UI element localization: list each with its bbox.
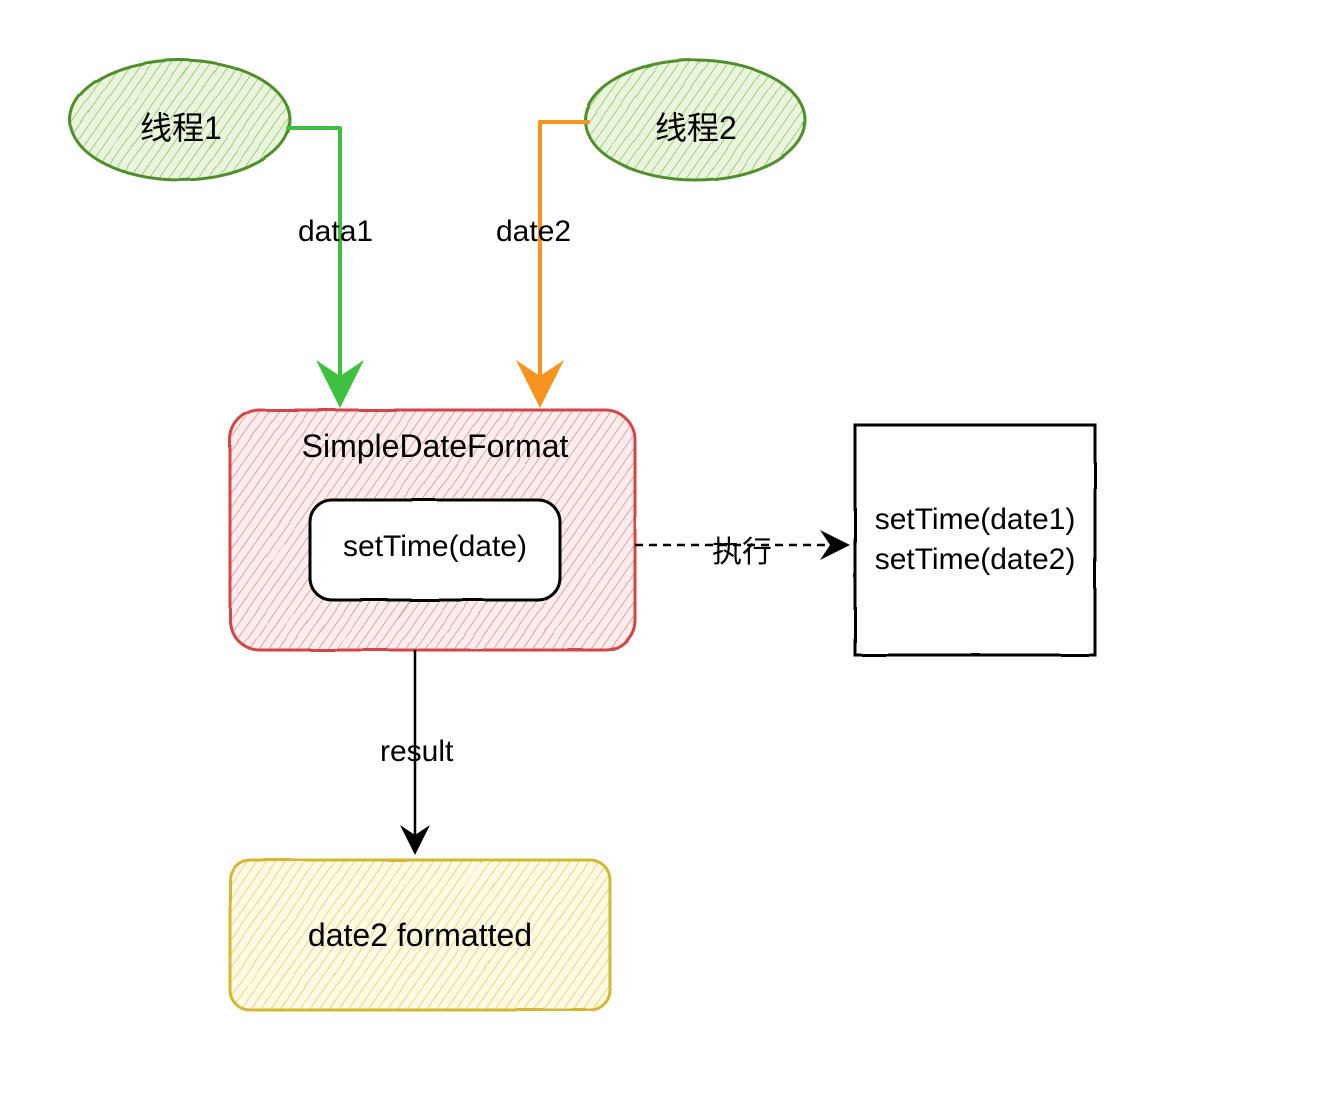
edge-data1-label: data1 bbox=[298, 215, 373, 249]
thread2-label: 线程2 bbox=[655, 103, 737, 149]
result-box-label: date2 formatted bbox=[230, 917, 610, 954]
sdf-method-label: setTime(date) bbox=[310, 530, 560, 564]
exec-line1-label: setTime(date1) bbox=[860, 500, 1090, 541]
sdf-title-label: SimpleDateFormat bbox=[290, 428, 580, 465]
arrow-data1 bbox=[288, 128, 340, 400]
thread1-label: 线程1 bbox=[140, 103, 222, 149]
edge-execute-label: 执行 bbox=[712, 527, 772, 571]
exec-line2-label: setTime(date2) bbox=[860, 540, 1090, 581]
arrow-date2 bbox=[540, 122, 588, 400]
edge-result-label: result bbox=[380, 735, 453, 769]
edge-date2-label: date2 bbox=[496, 215, 571, 249]
